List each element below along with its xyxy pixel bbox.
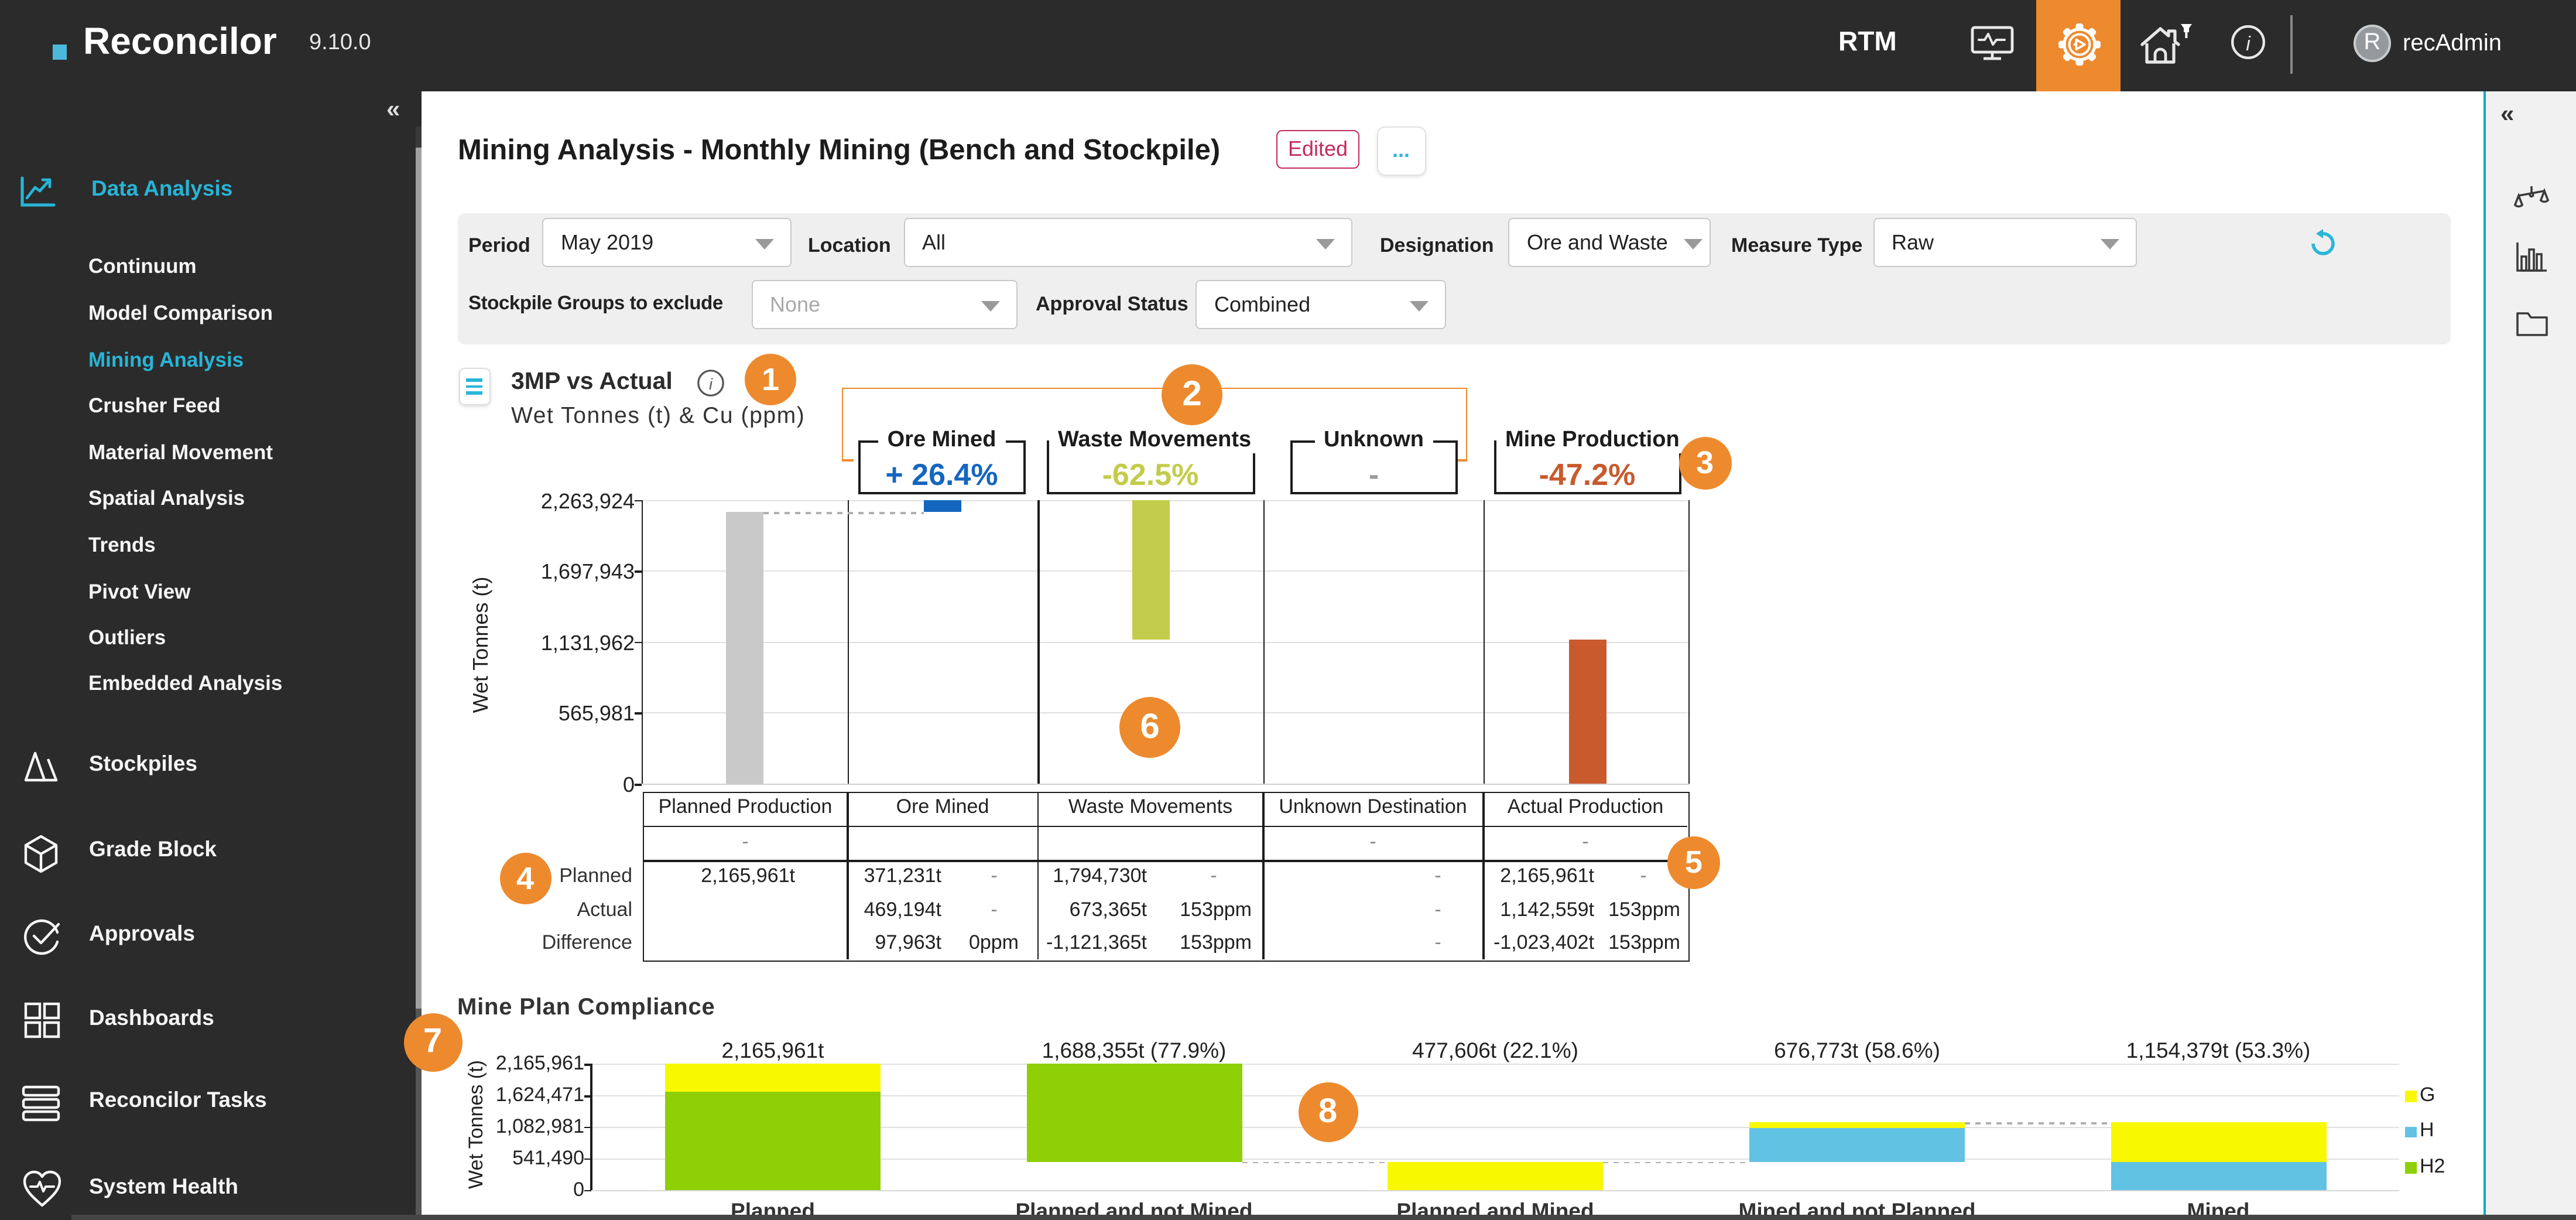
svg-text:i: i — [2246, 33, 2251, 55]
svg-text:i: i — [708, 375, 712, 393]
